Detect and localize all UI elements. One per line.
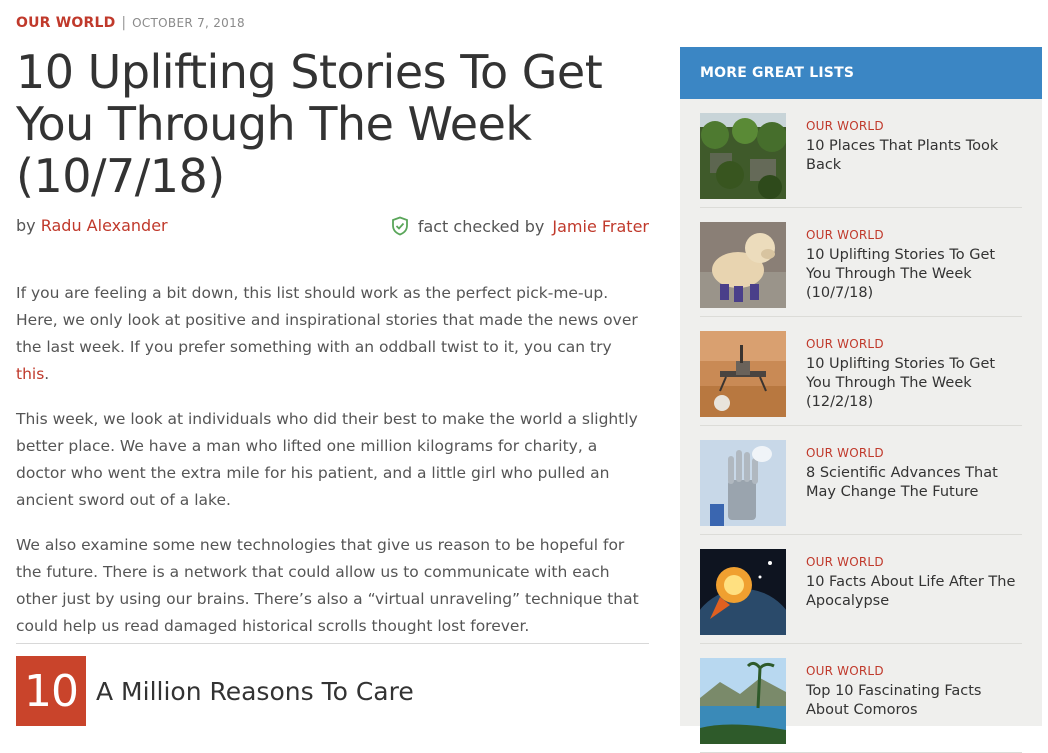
sidebar-list-item[interactable]: OUR WORLD 10 Uplifting Stories To Get Yo… (700, 208, 1022, 317)
sidebar-item-title[interactable]: 10 Places That Plants Took Back (806, 137, 1022, 175)
paragraph-intro-end: . (44, 365, 50, 383)
list-item-heading: 10 A Million Reasons To Care (16, 656, 414, 726)
thumbnail-mars-lander[interactable] (700, 331, 786, 417)
sidebar-item-category[interactable]: OUR WORLD (806, 337, 1022, 351)
thumbnail-tropical-island[interactable] (700, 658, 786, 744)
sidebar-item-title[interactable]: 8 Scientific Advances That May Change Th… (806, 464, 1022, 502)
thumbnail-overgrown-village[interactable] (700, 113, 786, 199)
sidebar-item-title[interactable]: Top 10 Fascinating Facts About Comoros (806, 682, 1022, 720)
article-category-link[interactable]: OUR WORLD (16, 15, 115, 31)
paragraph-intro: If you are feeling a bit down, this list… (16, 280, 649, 388)
sidebar-item-category[interactable]: OUR WORLD (806, 228, 1022, 242)
sidebar-item-text: OUR WORLD 10 Uplifting Stories To Get Yo… (806, 222, 1022, 316)
sidebar-item-category[interactable]: OUR WORLD (806, 664, 1022, 678)
paragraph-3: We also examine some new technologies th… (16, 536, 639, 635)
sidebar-item-text: OUR WORLD Top 10 Fascinating Facts About… (806, 658, 1022, 752)
shield-check-icon (390, 216, 410, 236)
paragraph-2: This week, we look at individuals who di… (16, 410, 638, 509)
sidebar-item-category[interactable]: OUR WORLD (806, 446, 1022, 460)
author-link[interactable]: Radu Alexander (41, 216, 168, 235)
sidebar-item-category[interactable]: OUR WORLD (806, 119, 1022, 133)
sidebar-item-text: OUR WORLD 10 Places That Plants Took Bac… (806, 113, 1022, 207)
sidebar-list-item[interactable]: OUR WORLD 10 Uplifting Stories To Get Yo… (700, 317, 1022, 426)
sidebar-item-title[interactable]: 10 Uplifting Stories To Get You Through … (806, 246, 1022, 303)
article-date: OCTOBER 7, 2018 (132, 16, 245, 30)
sidebar-list-item[interactable]: OUR WORLD Top 10 Fascinating Facts About… (700, 644, 1022, 753)
sidebar-item-text: OUR WORLD 10 Facts About Life After The … (806, 549, 1022, 643)
item-number-badge: 10 (16, 656, 86, 726)
fact-checker-link[interactable]: Jamie Frater (552, 217, 649, 236)
sidebar-item-text: OUR WORLD 8 Scientific Advances That May… (806, 440, 1022, 534)
sidebar-item-text: OUR WORLD 10 Uplifting Stories To Get Yo… (806, 331, 1022, 425)
fact-check: fact checked by Jamie Frater (390, 216, 649, 236)
sidebar-list-item[interactable]: OUR WORLD 10 Facts About Life After The … (700, 535, 1022, 644)
sidebar-list-item[interactable]: OUR WORLD 10 Places That Plants Took Bac… (700, 99, 1022, 208)
sidebar-more-lists: MORE GREAT LISTS OUR WORLD 10 Places Tha… (680, 47, 1042, 753)
this-link[interactable]: this (16, 365, 44, 383)
sidebar-item-category[interactable]: OUR WORLD (806, 555, 1022, 569)
thumbnail-robot-hand[interactable] (700, 440, 786, 526)
byline: by Radu Alexander fact checked by Jamie … (16, 216, 649, 236)
meta-separator: | (121, 15, 127, 31)
article-body: If you are feeling a bit down, this list… (16, 280, 649, 658)
article-meta: OUR WORLD | OCTOBER 7, 2018 (16, 15, 245, 31)
item-title: A Million Reasons To Care (96, 676, 414, 706)
sidebar-item-title[interactable]: 10 Uplifting Stories To Get You Through … (806, 355, 1022, 412)
sidebar-list: OUR WORLD 10 Places That Plants Took Bac… (680, 99, 1042, 753)
thumbnail-dog-with-boots[interactable] (700, 222, 786, 308)
sidebar-list-item[interactable]: OUR WORLD 8 Scientific Advances That May… (700, 426, 1022, 535)
sidebar-header: MORE GREAT LISTS (680, 47, 1042, 99)
byline-prefix: by (16, 216, 36, 235)
article-title: 10 Uplifting Stories To Get You Through … (16, 45, 603, 203)
section-divider (16, 643, 649, 644)
sidebar-item-title[interactable]: 10 Facts About Life After The Apocalypse (806, 573, 1022, 611)
paragraph-intro-text: If you are feeling a bit down, this list… (16, 284, 638, 356)
fact-check-prefix: fact checked by (417, 216, 545, 236)
thumbnail-earth-explosion[interactable] (700, 549, 786, 635)
